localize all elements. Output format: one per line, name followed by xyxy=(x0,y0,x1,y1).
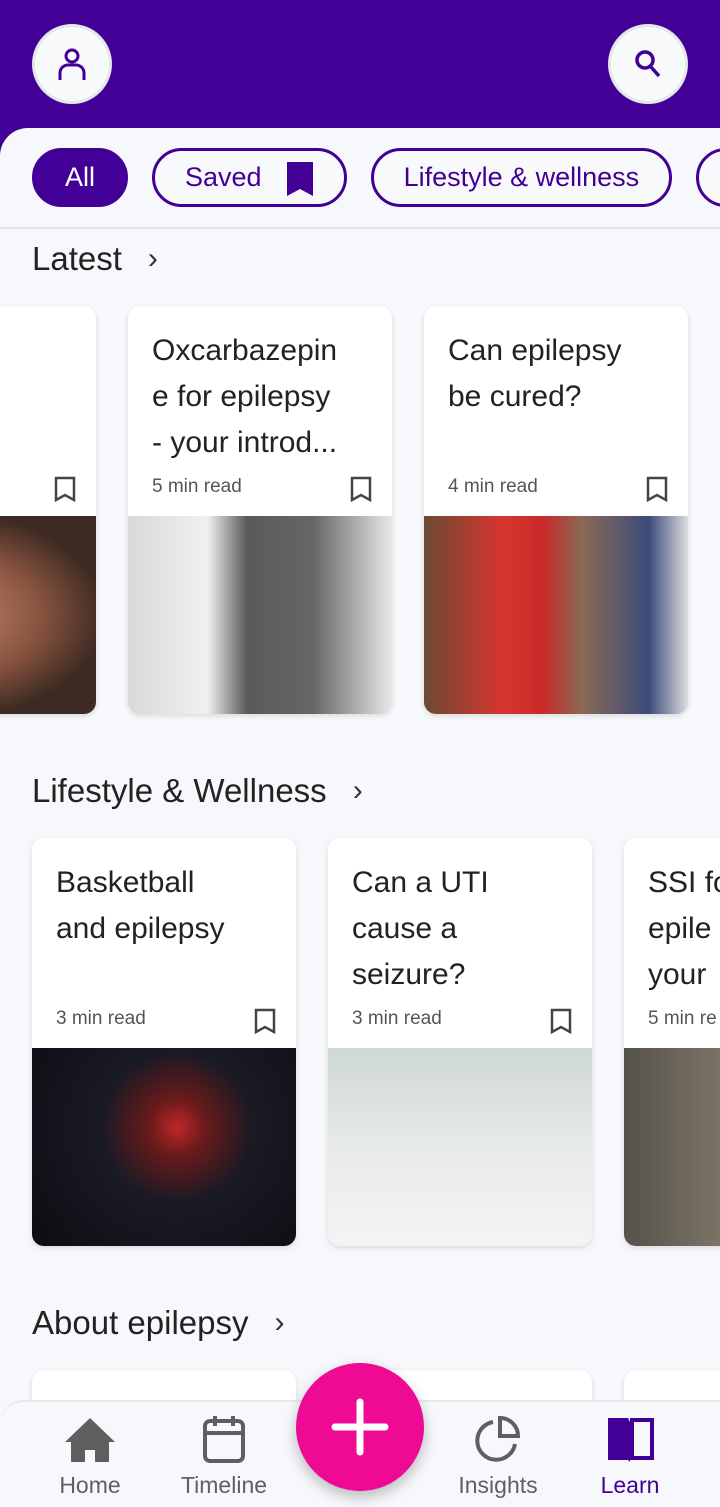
read-time: 4 min read xyxy=(448,476,538,497)
article-image xyxy=(624,1048,720,1246)
learn-content: All Saved Lifestyle & wellness Latest › l… xyxy=(0,128,720,1507)
chevron-right-icon: › xyxy=(147,242,158,275)
nav-label: Home xyxy=(59,1472,121,1498)
card-title: Oxcarbazepin e for epilepsy - your intro… xyxy=(152,334,338,459)
nav-home[interactable]: Home xyxy=(30,1414,150,1499)
calendar-icon xyxy=(203,1416,245,1463)
profile-button[interactable] xyxy=(32,24,112,104)
nav-insights[interactable]: Insights xyxy=(438,1414,558,1499)
bookmark-icon[interactable] xyxy=(550,1008,572,1034)
section-lifestyle-header[interactable]: Lifestyle & Wellness › xyxy=(32,772,363,810)
filter-chips: All Saved Lifestyle & wellness xyxy=(32,148,720,207)
article-image xyxy=(424,516,688,714)
section-latest-header[interactable]: Latest › xyxy=(32,240,158,278)
search-button[interactable] xyxy=(608,24,688,104)
nav-learn[interactable]: Learn xyxy=(570,1414,690,1499)
nav-label: Insights xyxy=(458,1472,538,1498)
plus-icon xyxy=(331,1398,389,1456)
person-icon xyxy=(58,48,86,80)
article-card[interactable]: Can epilepsy be cured? 4 min read xyxy=(424,306,688,714)
bookmark-filled-icon xyxy=(286,161,313,196)
card-title: led xyxy=(0,328,78,420)
article-card[interactable]: Oxcarbazepin e for epilepsy - your intro… xyxy=(128,306,392,714)
article-image xyxy=(32,1048,296,1246)
divider xyxy=(0,227,720,229)
search-icon xyxy=(635,50,661,78)
section-title: Latest xyxy=(32,240,122,277)
read-time: 3 min read xyxy=(56,1008,146,1029)
article-card[interactable]: Basketball and epilepsy 3 min read xyxy=(32,838,296,1246)
article-image xyxy=(0,516,96,714)
chip-saved[interactable]: Saved xyxy=(152,148,347,207)
bookmark-icon[interactable] xyxy=(54,476,76,502)
home-icon xyxy=(65,1418,115,1462)
article-card[interactable]: Can a UTI cause a seizure? 3 min read xyxy=(328,838,592,1246)
add-button[interactable] xyxy=(296,1363,424,1491)
chip-all[interactable]: All xyxy=(32,148,129,207)
chip-more[interactable] xyxy=(696,148,720,207)
card-title: Can epilepsy be cured? xyxy=(448,334,622,413)
chevron-right-icon: › xyxy=(274,1306,285,1339)
chip-label: Saved xyxy=(185,162,262,192)
read-time: 5 min re xyxy=(648,1008,717,1029)
bookmark-icon[interactable] xyxy=(350,476,372,502)
card-title: Can a UTI cause a seizure? xyxy=(352,866,489,991)
chip-label: Lifestyle & wellness xyxy=(403,162,640,192)
nav-label: Timeline xyxy=(180,1472,268,1498)
read-time: 3 min read xyxy=(352,1008,442,1029)
read-time: 5 min read xyxy=(152,476,242,497)
chevron-right-icon: › xyxy=(352,774,363,807)
section-title: Lifestyle & Wellness xyxy=(32,772,327,809)
chip-lifestyle[interactable]: Lifestyle & wellness xyxy=(370,148,673,207)
section-about-header[interactable]: About epilepsy › xyxy=(32,1304,284,1342)
chip-label: All xyxy=(65,162,96,192)
nav-label: Learn xyxy=(600,1472,660,1498)
article-card[interactable]: led xyxy=(0,306,96,714)
article-image xyxy=(128,516,392,714)
article-image xyxy=(328,1048,592,1246)
book-icon xyxy=(608,1418,654,1462)
nav-timeline[interactable]: Timeline xyxy=(164,1414,284,1499)
app-header xyxy=(0,0,720,140)
bookmark-icon[interactable] xyxy=(646,476,668,502)
card-title: SSI fo epile your xyxy=(648,866,720,991)
pie-chart-icon xyxy=(475,1415,521,1462)
bookmark-icon[interactable] xyxy=(254,1008,276,1034)
section-title: About epilepsy xyxy=(32,1304,249,1341)
card-title: Basketball and epilepsy xyxy=(56,866,225,945)
article-card[interactable]: SSI fo epile your 5 min re xyxy=(624,838,720,1246)
